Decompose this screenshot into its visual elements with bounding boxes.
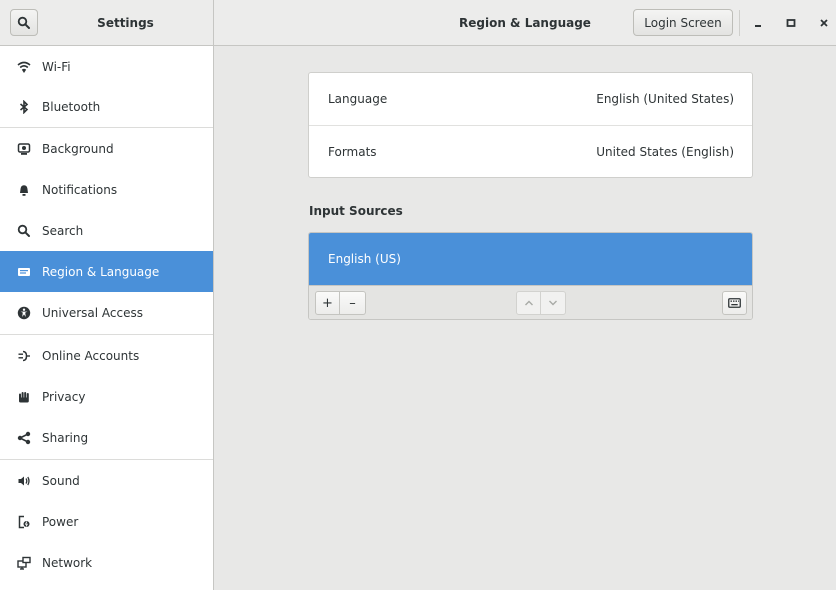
bluetooth-icon [16, 99, 32, 115]
sidebar-item-label: Network [42, 555, 93, 570]
online-accounts-icon [16, 348, 32, 364]
add-input-source-button[interactable]: + [315, 291, 340, 315]
speaker-icon [16, 473, 32, 489]
maximize-icon [786, 19, 796, 27]
hand-icon [16, 389, 32, 405]
sidebar-item-label: Bluetooth [42, 99, 101, 114]
bell-icon [16, 182, 32, 198]
sidebar: Wi-Fi Bluetooth Background Notifications… [0, 46, 214, 590]
sidebar-header: Settings [0, 0, 214, 45]
sidebar-item-power[interactable]: Power [0, 501, 213, 542]
remove-input-source-button[interactable]: – [340, 291, 366, 315]
add-label: + [322, 295, 333, 311]
move-up-button[interactable] [516, 291, 541, 315]
sidebar-item-label: Privacy [42, 389, 86, 404]
sidebar-item-region-language[interactable]: Region & Language [0, 251, 213, 292]
close-button[interactable] [812, 10, 836, 36]
main-header: Region & Language Login Screen [214, 0, 836, 45]
background-icon [16, 141, 32, 157]
input-source-label: English (US) [328, 252, 401, 266]
minimize-button[interactable] [746, 10, 770, 36]
sidebar-item-label: Sound [42, 473, 80, 488]
move-down-button[interactable] [541, 291, 566, 315]
sidebar-item-label: Sharing [42, 430, 89, 445]
language-value: English (United States) [596, 92, 734, 106]
login-screen-button[interactable]: Login Screen [633, 9, 733, 36]
keyboard-icon [728, 298, 741, 308]
remove-label: – [349, 295, 356, 311]
sidebar-item-universal-access[interactable]: Universal Access [0, 292, 213, 333]
sidebar-title: Settings [97, 15, 154, 30]
minimize-icon [755, 25, 761, 27]
formats-row[interactable]: Formats United States (English) [309, 126, 752, 178]
share-icon [16, 430, 32, 446]
search-icon [16, 223, 32, 239]
input-sources-list: English (US) + – [308, 232, 753, 320]
sidebar-item-bluetooth[interactable]: Bluetooth [0, 86, 213, 127]
sidebar-item-label: Universal Access [42, 305, 143, 320]
main-content: Language English (United States) Formats… [215, 46, 836, 590]
sidebar-item-online-accounts[interactable]: Online Accounts [0, 335, 213, 376]
sidebar-item-label: Background [42, 141, 114, 156]
formats-label: Formats [328, 145, 377, 159]
input-sources-toolbar: + – [309, 285, 752, 319]
sidebar-item-background[interactable]: Background [0, 128, 213, 169]
accessibility-icon [16, 305, 32, 321]
sidebar-item-sound[interactable]: Sound [0, 460, 213, 501]
close-icon [820, 19, 828, 27]
language-label: Language [328, 92, 388, 106]
chevron-up-icon [524, 300, 533, 306]
maximize-button[interactable] [779, 10, 803, 36]
network-icon [16, 555, 32, 571]
search-button[interactable] [10, 9, 38, 36]
sidebar-item-wifi[interactable]: Wi-Fi [0, 46, 213, 87]
flag-icon [16, 264, 32, 280]
header-bar: Settings Region & Language Login Screen [0, 0, 836, 46]
sidebar-item-label: Power [42, 514, 79, 529]
sidebar-item-privacy[interactable]: Privacy [0, 376, 213, 417]
sidebar-item-label: Search [42, 223, 84, 238]
sidebar-item-label: Wi-Fi [42, 59, 71, 74]
sidebar-item-search[interactable]: Search [0, 210, 213, 251]
keyboard-layout-button[interactable] [722, 291, 747, 315]
header-separator [739, 10, 740, 36]
page-title: Region & Language [459, 15, 591, 30]
sidebar-item-label: Region & Language [42, 264, 160, 279]
sidebar-item-network[interactable]: Network [0, 542, 213, 583]
language-formats-list: Language English (United States) Formats… [308, 72, 753, 178]
power-icon [16, 514, 32, 530]
sidebar-item-notifications[interactable]: Notifications [0, 169, 213, 210]
language-row[interactable]: Language English (United States) [309, 73, 752, 125]
sidebar-item-label: Online Accounts [42, 348, 140, 363]
sidebar-item-sharing[interactable]: Sharing [0, 417, 213, 458]
chevron-down-icon [549, 300, 557, 306]
sidebar-item-label: Notifications [42, 182, 118, 197]
search-icon [17, 16, 30, 29]
input-source-row[interactable]: English (US) [309, 233, 752, 285]
input-sources-heading: Input Sources [309, 204, 403, 218]
wifi-icon [16, 59, 32, 75]
formats-value: United States (English) [596, 145, 734, 159]
